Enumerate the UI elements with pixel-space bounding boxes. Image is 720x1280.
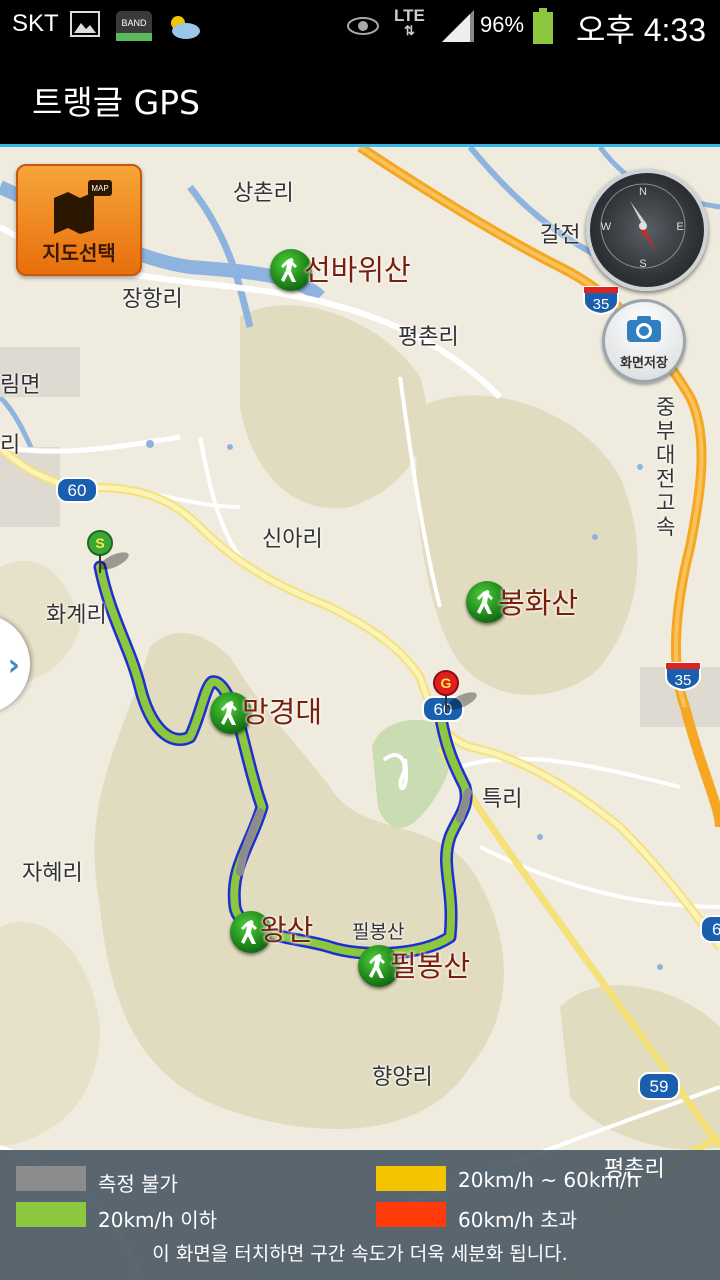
battery-icon bbox=[533, 8, 553, 44]
map-badge: MAP bbox=[91, 184, 108, 193]
svg-text:G: G bbox=[441, 675, 452, 691]
signal-strength-icon bbox=[442, 10, 474, 42]
svg-text:W: W bbox=[601, 221, 612, 233]
place-label: 장항리 bbox=[122, 287, 183, 312]
camera-icon bbox=[627, 316, 661, 342]
place-label: 림면 bbox=[0, 373, 41, 398]
status-bar: SKT BAND LTE ⇅ 96% 오후 4:33 bbox=[0, 0, 720, 50]
svg-text:35: 35 bbox=[593, 296, 610, 313]
app-title-bar: 트랭글 GPS bbox=[0, 50, 720, 147]
map-select-label: 지도선택 bbox=[42, 241, 116, 265]
place-label: 리 bbox=[0, 433, 21, 458]
peak-label: 왕산 bbox=[260, 913, 314, 947]
eye-smart-stay-icon bbox=[347, 17, 379, 35]
chevron-right-icon: › bbox=[7, 648, 20, 683]
band-app-icon: BAND bbox=[116, 11, 152, 41]
gallery-notification-icon bbox=[70, 11, 100, 37]
weather-icon bbox=[171, 16, 200, 39]
map-book-icon: MAP bbox=[54, 180, 112, 234]
app-title: 트랭글 GPS bbox=[32, 83, 200, 122]
legend-label: 20km/h 이하 bbox=[98, 1208, 218, 1232]
compass-button[interactable]: N E S W bbox=[586, 169, 708, 291]
legend-label: 60km/h 초과 bbox=[458, 1208, 578, 1232]
expressway-35-shield-2: 35 bbox=[665, 662, 701, 692]
svg-text:N: N bbox=[639, 186, 647, 198]
map-select-button[interactable]: MAP 지도선택 bbox=[16, 164, 142, 276]
place-label: 필봉산 bbox=[352, 921, 405, 943]
clock: 오후 4:33 bbox=[575, 12, 706, 48]
svg-text:E: E bbox=[676, 221, 683, 233]
place-label: 갈전 bbox=[540, 223, 581, 248]
carrier-label: SKT bbox=[12, 10, 59, 37]
battery-percent: 96% bbox=[480, 12, 525, 37]
capture-label: 화면저장 bbox=[620, 356, 668, 371]
expressway-label: 중부대전고속 bbox=[656, 395, 676, 539]
place-label: 평촌리 bbox=[398, 325, 459, 350]
place-label: 향양리 bbox=[372, 1065, 433, 1090]
svg-text:59: 59 bbox=[650, 1077, 669, 1096]
place-label: 자혜리 bbox=[22, 861, 83, 886]
place-label: 상촌리 bbox=[233, 181, 294, 206]
legend-swatch-medium bbox=[376, 1166, 446, 1191]
svg-text:60: 60 bbox=[68, 481, 87, 500]
peak-label: 봉화산 bbox=[498, 586, 579, 620]
place-label: 평촌리 bbox=[604, 1157, 665, 1182]
compass-icon: N E S W bbox=[600, 183, 686, 270]
route-6-shield-partial: 6 bbox=[700, 915, 720, 943]
svg-text:35: 35 bbox=[675, 672, 692, 689]
peak-label: 망경대 bbox=[242, 695, 323, 729]
legend-hint: 이 화면을 터치하면 구간 속도가 더욱 세분화 됩니다. bbox=[152, 1243, 568, 1265]
legend-swatch-slow bbox=[16, 1202, 86, 1227]
peak-label: 선바위산 bbox=[304, 253, 411, 287]
route-59-shield: 59 bbox=[638, 1072, 680, 1100]
legend-swatch-unknown bbox=[16, 1166, 86, 1191]
svg-text:6: 6 bbox=[712, 920, 720, 939]
svg-text:S: S bbox=[95, 535, 104, 551]
band-label: BAND bbox=[121, 18, 147, 28]
map-view[interactable]: 60 35 35 60 59 6 상촌리 갈전 장항리 평촌리 림면 리 신아리… bbox=[0, 147, 720, 1280]
lte-indicator: LTE ⇅ bbox=[394, 6, 425, 38]
screen-capture-button[interactable]: 화면저장 bbox=[602, 299, 686, 383]
goal-marker[interactable]: G bbox=[432, 669, 484, 717]
start-marker[interactable]: S bbox=[84, 529, 136, 577]
route-60-shield: 60 bbox=[56, 477, 98, 503]
legend-swatch-fast bbox=[376, 1202, 446, 1227]
peak-label: 필봉산 bbox=[390, 949, 471, 983]
place-label: 화계리 bbox=[46, 603, 107, 628]
svg-text:S: S bbox=[639, 258, 646, 270]
place-label: 신아리 bbox=[262, 527, 323, 552]
place-label: 특리 bbox=[482, 787, 523, 812]
legend-label: 측정 불가 bbox=[98, 1172, 178, 1196]
